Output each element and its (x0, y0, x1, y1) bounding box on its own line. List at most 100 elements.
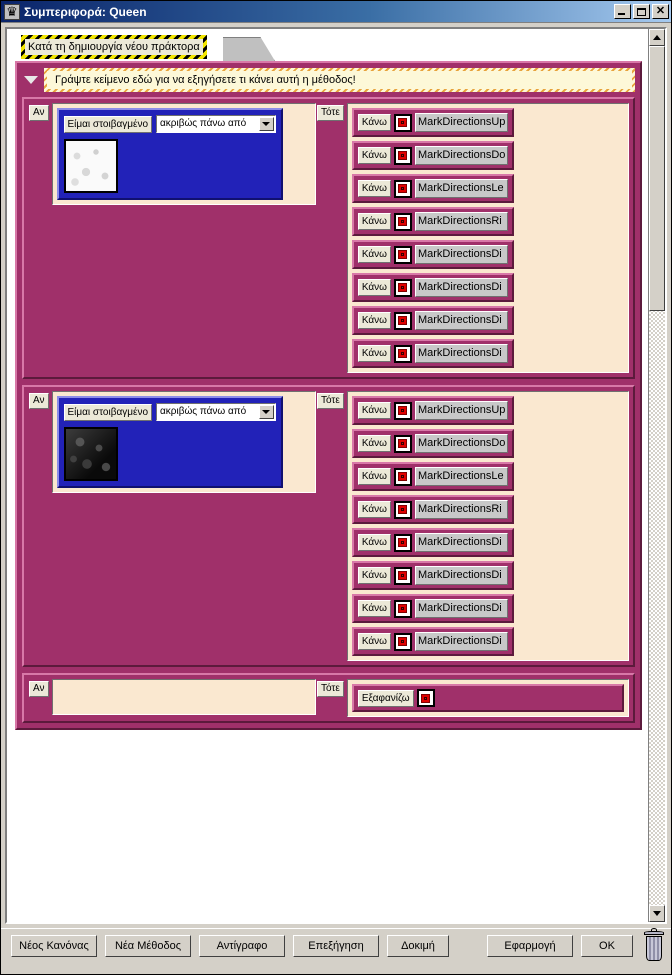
comment-field[interactable]: Γράψτε κείμενο εδώ για να εξηγήσετε τι κ… (44, 68, 635, 92)
ok-button[interactable]: OK (581, 935, 633, 957)
action-row[interactable]: Κάνω MarkDirectionsDi (351, 627, 514, 656)
explain-button[interactable]: Επεξήγηση (293, 935, 379, 957)
action-row[interactable]: Κάνω MarkDirectionsRi (351, 207, 514, 236)
action-row[interactable]: Κάνω MarkDirectionsDi (351, 528, 514, 557)
close-button[interactable]: ✕ (652, 4, 669, 19)
action-method-name[interactable]: MarkDirectionsDi (414, 245, 508, 264)
trash-can-icon[interactable] (643, 928, 665, 963)
trash-lid (644, 931, 664, 935)
red-dot-agent-icon[interactable] (393, 146, 412, 165)
red-dot-agent-icon[interactable] (393, 533, 412, 552)
new-rule-button[interactable]: Νέος Κανόνας (11, 935, 97, 957)
minimize-button[interactable] (614, 4, 631, 19)
action-row[interactable]: Κάνω MarkDirectionsDi (351, 240, 514, 269)
red-dot-agent-icon[interactable] (393, 212, 412, 231)
scroll-thumb[interactable] (649, 46, 665, 311)
rule-then-side: Τότε Κάνω MarkDirectionsUp Κάνω MarkDire… (316, 391, 629, 661)
action-row[interactable]: Κάνω MarkDirectionsLe (351, 174, 514, 203)
red-dot-agent-icon[interactable] (393, 113, 412, 132)
action-slot[interactable]: Κάνω MarkDirectionsUp Κάνω MarkDirection… (346, 103, 629, 373)
action-row[interactable]: Κάνω MarkDirectionsDi (351, 339, 514, 368)
red-dot-agent-icon[interactable] (393, 599, 412, 618)
condition-slot[interactable]: Είμαι στοιβαγμένο ακριβώς πάνω από (51, 391, 316, 493)
new-method-button[interactable]: Νέα Μέθοδος (105, 935, 191, 957)
action-method-name[interactable]: MarkDirectionsDi (414, 311, 508, 330)
action-row[interactable]: Εξαφανίζω (351, 684, 624, 712)
red-dot-agent-icon[interactable] (416, 689, 435, 707)
action-row[interactable]: Κάνω MarkDirectionsDi (351, 561, 514, 590)
relation-value: ακριβώς πάνω από (157, 116, 258, 132)
condition-label: Είμαι στοιβαγμένο (63, 403, 153, 421)
apply-button[interactable]: Εφαρμογή (487, 935, 573, 957)
button-bar: Νέος Κανόνας Νέα Μέθοδος Αντίγραφο Επεξή… (1, 928, 671, 974)
action-row[interactable]: Κάνω MarkDirectionsUp (351, 108, 514, 137)
condition-stacked-widget[interactable]: Είμαι στοιβαγμένο ακριβώς πάνω από (56, 108, 283, 200)
action-method-name[interactable]: MarkDirectionsDi (414, 278, 508, 297)
action-row[interactable]: Κάνω MarkDirectionsDo (351, 141, 514, 170)
action-method-name[interactable]: MarkDirectionsDi (414, 632, 508, 651)
relation-dropdown[interactable]: ακριβώς πάνω από (156, 403, 276, 421)
action-verb: Κάνω (357, 147, 391, 164)
trash-body (646, 936, 662, 961)
red-dot-agent-icon[interactable] (393, 500, 412, 519)
red-dot-agent-icon[interactable] (393, 278, 412, 297)
action-row[interactable]: Κάνω MarkDirectionsRi (351, 495, 514, 524)
red-dot-agent-icon[interactable] (393, 632, 412, 651)
action-method-name[interactable]: MarkDirectionsDi (414, 344, 508, 363)
action-method-name[interactable]: MarkDirectionsUp (414, 113, 508, 132)
chevron-down-icon[interactable] (258, 117, 274, 131)
chevron-down-icon[interactable] (258, 405, 274, 419)
action-slot[interactable]: Εξαφανίζω (346, 679, 629, 717)
action-row[interactable]: Κάνω MarkDirectionsDi (351, 306, 514, 335)
action-method-name[interactable]: MarkDirectionsRi (414, 212, 508, 231)
agent-thumbnail-white[interactable] (63, 139, 118, 193)
vertical-scrollbar[interactable] (648, 29, 665, 922)
close-icon: ✕ (655, 5, 666, 17)
action-method-name[interactable]: MarkDirectionsUp (414, 401, 508, 420)
red-dot-agent-icon[interactable] (393, 566, 412, 585)
condition-slot[interactable]: Είμαι στοιβαγμένο ακριβώς πάνω από (51, 103, 316, 205)
copy-button[interactable]: Αντίγραφο (199, 935, 285, 957)
red-dot-agent-icon[interactable] (393, 311, 412, 330)
maximize-button[interactable] (633, 4, 650, 19)
action-row[interactable]: Κάνω MarkDirectionsDi (351, 594, 514, 623)
action-method-name[interactable]: MarkDirectionsDo (414, 434, 508, 453)
scroll-down-icon[interactable] (649, 905, 665, 922)
action-method-name[interactable]: MarkDirectionsDi (414, 533, 508, 552)
if-tag: Αν (29, 393, 49, 409)
red-dot-agent-icon[interactable] (393, 401, 412, 420)
action-method-name[interactable]: MarkDirectionsDi (414, 599, 508, 618)
red-dot-agent-icon[interactable] (393, 245, 412, 264)
red-dot-agent-icon[interactable] (393, 434, 412, 453)
action-row[interactable]: Κάνω MarkDirectionsDo (351, 429, 514, 458)
tab-on-new-agent[interactable]: Κατά τη δημιουργία νέου πράκτορα (21, 35, 207, 59)
action-method-name[interactable]: MarkDirectionsDi (414, 566, 508, 585)
scroll-up-icon[interactable] (649, 29, 665, 46)
condition-slot-empty[interactable] (51, 679, 316, 715)
action-method-name[interactable]: MarkDirectionsLe (414, 179, 508, 198)
action-row[interactable]: Κάνω MarkDirectionsLe (351, 462, 514, 491)
test-button[interactable]: Δοκιμή (387, 935, 449, 957)
rule-then-side: Τότε Εξαφανίζω (316, 679, 629, 717)
action-verb: Κάνω (357, 600, 391, 617)
action-list: Κάνω MarkDirectionsUp Κάνω MarkDirection… (351, 396, 624, 656)
action-row[interactable]: Κάνω MarkDirectionsUp (351, 396, 514, 425)
action-verb: Κάνω (357, 534, 391, 551)
red-dot-agent-icon[interactable] (393, 344, 412, 363)
if-tag: Αν (29, 105, 49, 121)
action-row[interactable]: Κάνω MarkDirectionsDi (351, 273, 514, 302)
relation-dropdown[interactable]: ακριβώς πάνω από (156, 115, 276, 133)
action-verb: Κάνω (357, 279, 391, 296)
agent-thumbnail-black[interactable] (63, 427, 118, 481)
action-slot[interactable]: Κάνω MarkDirectionsUp Κάνω MarkDirection… (346, 391, 629, 661)
collapse-triangle-icon[interactable] (22, 71, 40, 89)
action-verb: Εξαφανίζω (357, 689, 414, 707)
condition-stacked-widget[interactable]: Είμαι στοιβαγμένο ακριβώς πάνω από (56, 396, 283, 488)
action-method-name[interactable]: MarkDirectionsDo (414, 146, 508, 165)
action-method-name[interactable]: MarkDirectionsRi (414, 500, 508, 519)
action-verb: Κάνω (357, 501, 391, 518)
action-method-name[interactable]: MarkDirectionsLe (414, 467, 508, 486)
red-dot-agent-icon[interactable] (393, 467, 412, 486)
scrollbar-track[interactable] (649, 46, 665, 905)
red-dot-agent-icon[interactable] (393, 179, 412, 198)
